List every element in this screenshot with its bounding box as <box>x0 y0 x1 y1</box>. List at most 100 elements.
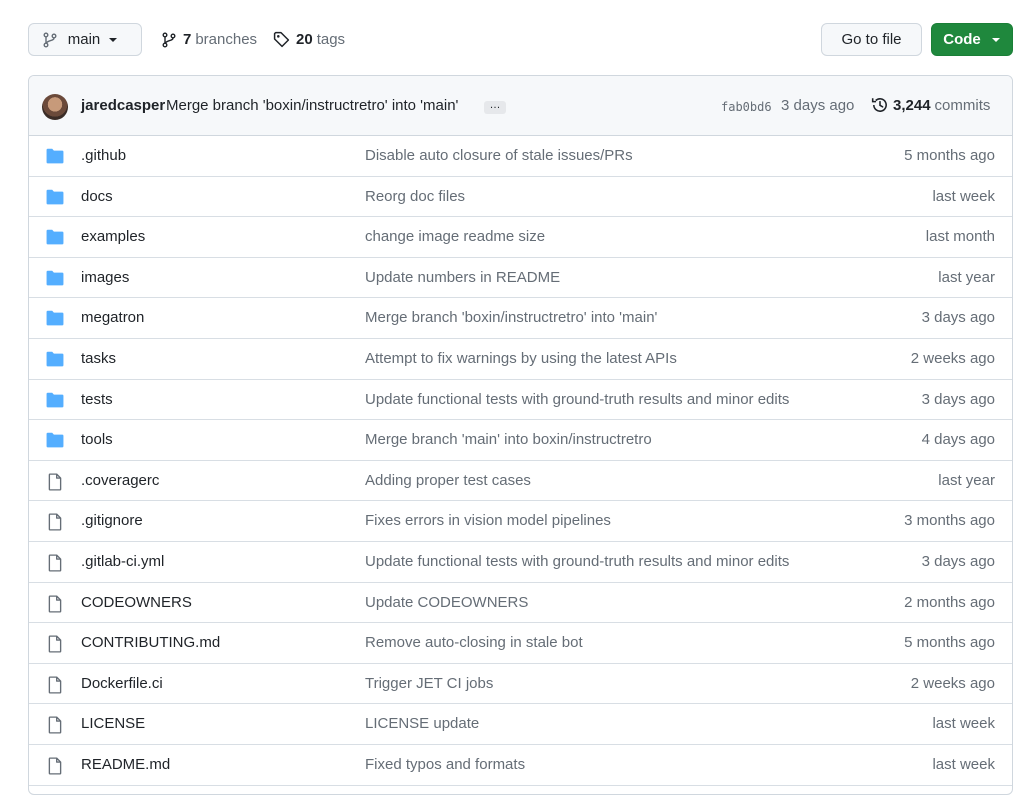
commit-sha[interactable]: fab0bd6 <box>721 100 772 114</box>
commits-label: commits <box>934 96 991 114</box>
branches-link[interactable]: 7 branches <box>161 23 257 56</box>
file-commit-time: last month <box>925 228 995 246</box>
file-name[interactable]: images <box>81 269 129 286</box>
file-commit-time: last week <box>932 187 995 205</box>
file-commit-time: last week <box>932 715 995 733</box>
file-icon <box>46 635 64 653</box>
file-row[interactable]: LICENSE LICENSE update last week <box>29 704 1012 745</box>
folder-icon <box>46 148 64 164</box>
branches-count: 7 <box>183 31 192 48</box>
file-icon <box>46 757 64 775</box>
file-name[interactable]: tasks <box>81 350 116 367</box>
file-row[interactable]: .gitignore Fixes errors in vision model p… <box>29 501 1012 542</box>
commit-time: 3 days ago <box>781 97 855 114</box>
expand-commit-button[interactable]: … <box>484 100 506 114</box>
file-name[interactable]: .coveragerc <box>81 472 159 489</box>
file-name[interactable]: docs <box>81 188 113 205</box>
file-row[interactable]: tasks Attempt to fix warnings by using th… <box>29 339 1012 380</box>
file-commit-time: last year <box>938 471 995 489</box>
file-name[interactable]: .gitlab-ci.yml <box>81 553 164 570</box>
file-commit-time: 5 months ago <box>904 634 995 652</box>
file-commit-message[interactable]: Update numbers in README <box>365 269 560 286</box>
file-commit-message[interactable]: Update functional tests with ground-trut… <box>365 391 789 408</box>
caret-down-icon <box>991 37 1000 42</box>
caret-down-icon <box>109 37 118 42</box>
file-name[interactable]: Dockerfile.ci <box>81 675 163 692</box>
file-commit-message[interactable]: LICENSE update <box>365 715 479 732</box>
file-row[interactable]: .coveragerc Adding proper test cases last … <box>29 461 1012 502</box>
file-name[interactable]: examples <box>81 228 145 245</box>
file-name[interactable]: CODEOWNERS <box>81 594 192 611</box>
file-row[interactable]: .github Disable auto closure of stale iss… <box>29 136 1012 177</box>
file-row[interactable]: docs Reorg doc files last week <box>29 177 1012 218</box>
folder-icon <box>46 310 64 326</box>
file-commit-message[interactable]: change image readme size <box>365 228 545 245</box>
file-name[interactable]: .gitignore <box>81 512 143 529</box>
file-name[interactable]: tests <box>81 391 113 408</box>
tags-count: 20 <box>296 31 313 48</box>
file-commit-time: last year <box>938 268 995 286</box>
branch-select-button[interactable]: main <box>28 23 142 56</box>
folder-icon <box>46 351 64 367</box>
file-commit-message[interactable]: Merge branch 'main' into boxin/instructr… <box>365 431 652 448</box>
file-row[interactable]: tests Update functional tests with ground… <box>29 380 1012 421</box>
file-commit-time: 3 days ago <box>921 390 995 408</box>
branches-label: branches <box>195 31 258 48</box>
file-commit-message[interactable]: Remove auto-closing in stale bot <box>365 634 583 651</box>
file-row[interactable]: images Update numbers in README last year <box>29 258 1012 299</box>
file-commit-time: 2 months ago <box>904 593 995 611</box>
file-icon <box>46 473 64 491</box>
file-commit-message[interactable]: Fixed typos and formats <box>365 756 525 773</box>
file-name[interactable]: CONTRIBUTING.md <box>81 634 220 651</box>
file-row[interactable]: .gitlab-ci.yml Update functional tests wi… <box>29 542 1012 583</box>
tags-link[interactable]: 20 tags <box>273 23 345 56</box>
file-commit-message[interactable]: Adding proper test cases <box>365 472 531 489</box>
file-commit-message[interactable]: Fixes errors in vision model pipelines <box>365 512 611 529</box>
file-row[interactable]: tools Merge branch 'main' into boxin/inst… <box>29 420 1012 461</box>
folder-icon <box>46 189 64 205</box>
file-commit-time: last week <box>932 755 995 773</box>
commits-count: 3,244 <box>893 96 931 114</box>
file-name[interactable]: megatron <box>81 309 144 326</box>
file-commit-message[interactable]: Reorg doc files <box>365 188 465 205</box>
file-commit-message[interactable]: Disable auto closure of stale issues/PRs <box>365 147 633 164</box>
file-icon <box>46 554 64 572</box>
file-name[interactable]: LICENSE <box>81 715 145 732</box>
file-row[interactable]: Dockerfile.ci Trigger JET CI jobs 2 weeks … <box>29 664 1012 705</box>
history-icon <box>871 98 887 112</box>
file-icon <box>46 676 64 694</box>
file-commit-message[interactable]: Update functional tests with ground-trut… <box>365 553 789 570</box>
file-commit-message[interactable]: Update CODEOWNERS <box>365 594 528 611</box>
file-icon <box>46 594 64 613</box>
file-commit-time: 5 months ago <box>904 147 995 164</box>
file-commit-message[interactable]: Trigger JET CI jobs <box>365 675 493 692</box>
file-row[interactable]: CONTRIBUTING.md Remove auto-closing in st… <box>29 623 1012 664</box>
folder-icon <box>46 432 64 448</box>
code-button[interactable]: Code <box>931 23 1013 56</box>
file-row[interactable]: README.md Fixed typos and formats last wee… <box>29 745 1012 786</box>
commits-history-link[interactable]: 3,244 commits <box>871 96 990 114</box>
file-row[interactable]: examples change image readme size last mon… <box>29 217 1012 258</box>
commit-message[interactable]: Merge branch 'boxin/instructretro' into … <box>166 97 458 114</box>
file-commit-message[interactable]: Merge branch 'boxin/instructretro' into … <box>365 309 657 326</box>
file-name[interactable]: .github <box>81 147 126 164</box>
file-commit-time: 3 days ago <box>921 309 995 327</box>
file-row[interactable]: CODEOWNERS Update CODEOWNERS 2 months ago <box>29 583 1012 624</box>
commit-author[interactable]: jaredcasper <box>81 97 165 114</box>
tags-label: tags <box>316 31 346 48</box>
file-commit-message[interactable]: Attempt to fix warnings by using the lat… <box>365 350 677 367</box>
code-button-label: Code <box>943 31 981 48</box>
avatar[interactable] <box>42 94 68 120</box>
folder-icon <box>46 270 64 286</box>
folder-icon <box>46 229 64 245</box>
go-to-file-button[interactable]: Go to file <box>821 23 922 56</box>
file-commit-time: 3 days ago <box>921 552 995 570</box>
file-name[interactable]: README.md <box>81 756 170 773</box>
file-icon <box>46 716 64 734</box>
git-branch-icon <box>43 32 57 47</box>
git-branch-icon <box>162 32 176 47</box>
file-row[interactable]: megatron Merge branch 'boxin/instructretr… <box>29 298 1012 339</box>
file-commit-time: 4 days ago <box>921 431 995 449</box>
file-icon <box>46 513 64 531</box>
file-name[interactable]: tools <box>81 431 113 448</box>
